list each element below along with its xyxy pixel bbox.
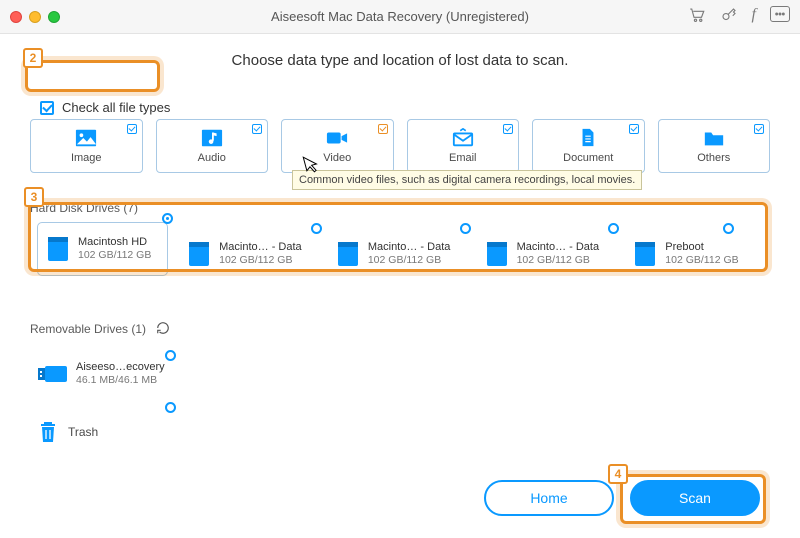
- radio-unselected-icon: [460, 223, 471, 234]
- radio-unselected-icon: [311, 223, 322, 234]
- hdd-section-title: Hard Disk Drives (7): [30, 201, 770, 215]
- file-type-email[interactable]: Email: [407, 119, 520, 173]
- home-button[interactable]: Home: [484, 480, 614, 516]
- check-all-label: Check all file types: [62, 100, 170, 115]
- checkbox-checked-icon: [127, 124, 137, 134]
- file-type-label: Others: [697, 152, 730, 164]
- file-type-label: Email: [449, 152, 477, 164]
- trash-icon: [38, 420, 58, 444]
- video-icon: [326, 128, 348, 148]
- drive-size: 102 GB/112 GB: [665, 254, 738, 268]
- file-type-audio[interactable]: Audio: [156, 119, 269, 173]
- checkbox-checked-icon: [503, 124, 513, 134]
- tooltip-video: Common video files, such as digital came…: [292, 170, 642, 190]
- drive-size: 102 GB/112 GB: [78, 249, 151, 263]
- file-type-label: Document: [563, 152, 613, 164]
- removable-drives-list: Aiseeso…ecovery46.1 MB/46.1 MB: [30, 346, 770, 390]
- checkbox-checked-icon: [40, 101, 54, 115]
- email-icon: [452, 128, 474, 148]
- drive-size: 102 GB/112 GB: [517, 254, 600, 268]
- file-type-label: Audio: [198, 152, 226, 164]
- drive-name: Macinto… - Data: [517, 240, 600, 254]
- hdd-drives-list: Macintosh HD102 GB/112 GB Macinto… - Dat…: [30, 223, 770, 293]
- checkbox-checked-icon: [754, 124, 764, 134]
- drive-item[interactable]: Macinto… - Data102 GB/112 GB: [336, 233, 465, 275]
- drive-name: Macintosh HD: [78, 235, 151, 249]
- image-icon: [75, 128, 97, 148]
- drive-item[interactable]: Preboot102 GB/112 GB: [633, 233, 762, 275]
- trash-label: Trash: [68, 425, 98, 439]
- file-type-label: Image: [71, 152, 102, 164]
- instruction-text: Choose data type and location of lost da…: [30, 52, 770, 69]
- drive-name: Preboot: [665, 240, 738, 254]
- usb-drive-icon: [38, 364, 68, 384]
- file-type-video[interactable]: Video: [281, 119, 394, 173]
- window-controls[interactable]: [10, 11, 60, 23]
- key-icon[interactable]: [720, 6, 738, 27]
- feedback-icon[interactable]: [770, 6, 790, 22]
- drive-name: Macinto… - Data: [368, 240, 451, 254]
- maximize-window-button[interactable]: [48, 11, 60, 23]
- hdd-icon: [485, 241, 509, 267]
- window-titlebar: Aiseesoft Mac Data Recovery (Unregistere…: [0, 0, 800, 34]
- drive-size: 102 GB/112 GB: [219, 254, 302, 268]
- drive-item[interactable]: Macinto… - Data102 GB/112 GB: [187, 233, 316, 275]
- hdd-icon: [187, 241, 211, 267]
- minimize-window-button[interactable]: [29, 11, 41, 23]
- checkbox-checked-icon: [629, 124, 639, 134]
- hdd-section-label: Hard Disk Drives (7): [30, 201, 138, 215]
- drive-name: Aiseeso…ecovery: [76, 360, 165, 374]
- checkbox-checked-icon: [252, 124, 262, 134]
- refresh-icon[interactable]: [156, 321, 170, 338]
- file-type-others[interactable]: Others: [658, 119, 771, 173]
- checkbox-checked-icon: [378, 124, 388, 134]
- removable-section-title: Removable Drives (1): [30, 321, 770, 338]
- file-type-document[interactable]: Document: [532, 119, 645, 173]
- drive-item[interactable]: Macintosh HD102 GB/112 GB: [38, 223, 167, 275]
- hdd-icon: [633, 241, 657, 267]
- file-type-image[interactable]: Image: [30, 119, 143, 173]
- audio-icon: [201, 128, 223, 148]
- drive-name: Macinto… - Data: [219, 240, 302, 254]
- removable-section-label: Removable Drives (1): [30, 322, 146, 336]
- folder-icon: [703, 128, 725, 148]
- check-all-file-types[interactable]: Check all file types: [30, 94, 180, 121]
- radio-unselected-icon: [165, 350, 176, 361]
- drive-size: 46.1 MB/46.1 MB: [76, 374, 165, 388]
- document-icon: [577, 128, 599, 148]
- trash-item[interactable]: Trash: [30, 420, 770, 444]
- drive-item[interactable]: Aiseeso…ecovery46.1 MB/46.1 MB: [38, 360, 170, 388]
- window-title: Aiseesoft Mac Data Recovery (Unregistere…: [271, 9, 529, 24]
- hdd-apple-icon: [336, 241, 360, 267]
- file-type-label: Video: [323, 152, 351, 164]
- facebook-icon[interactable]: f: [752, 6, 756, 27]
- cart-icon[interactable]: [688, 6, 706, 27]
- drive-size: 102 GB/112 GB: [368, 254, 451, 268]
- file-type-grid: Image Audio Video Email Document Others: [30, 119, 770, 173]
- scan-button[interactable]: Scan: [630, 480, 760, 516]
- drive-item[interactable]: Macinto… - Data102 GB/112 GB: [485, 233, 614, 275]
- radio-unselected-icon: [165, 402, 176, 413]
- close-window-button[interactable]: [10, 11, 22, 23]
- radio-unselected-icon: [608, 223, 619, 234]
- hdd-icon: [46, 236, 70, 262]
- radio-selected-icon: [162, 213, 173, 224]
- radio-unselected-icon: [723, 223, 734, 234]
